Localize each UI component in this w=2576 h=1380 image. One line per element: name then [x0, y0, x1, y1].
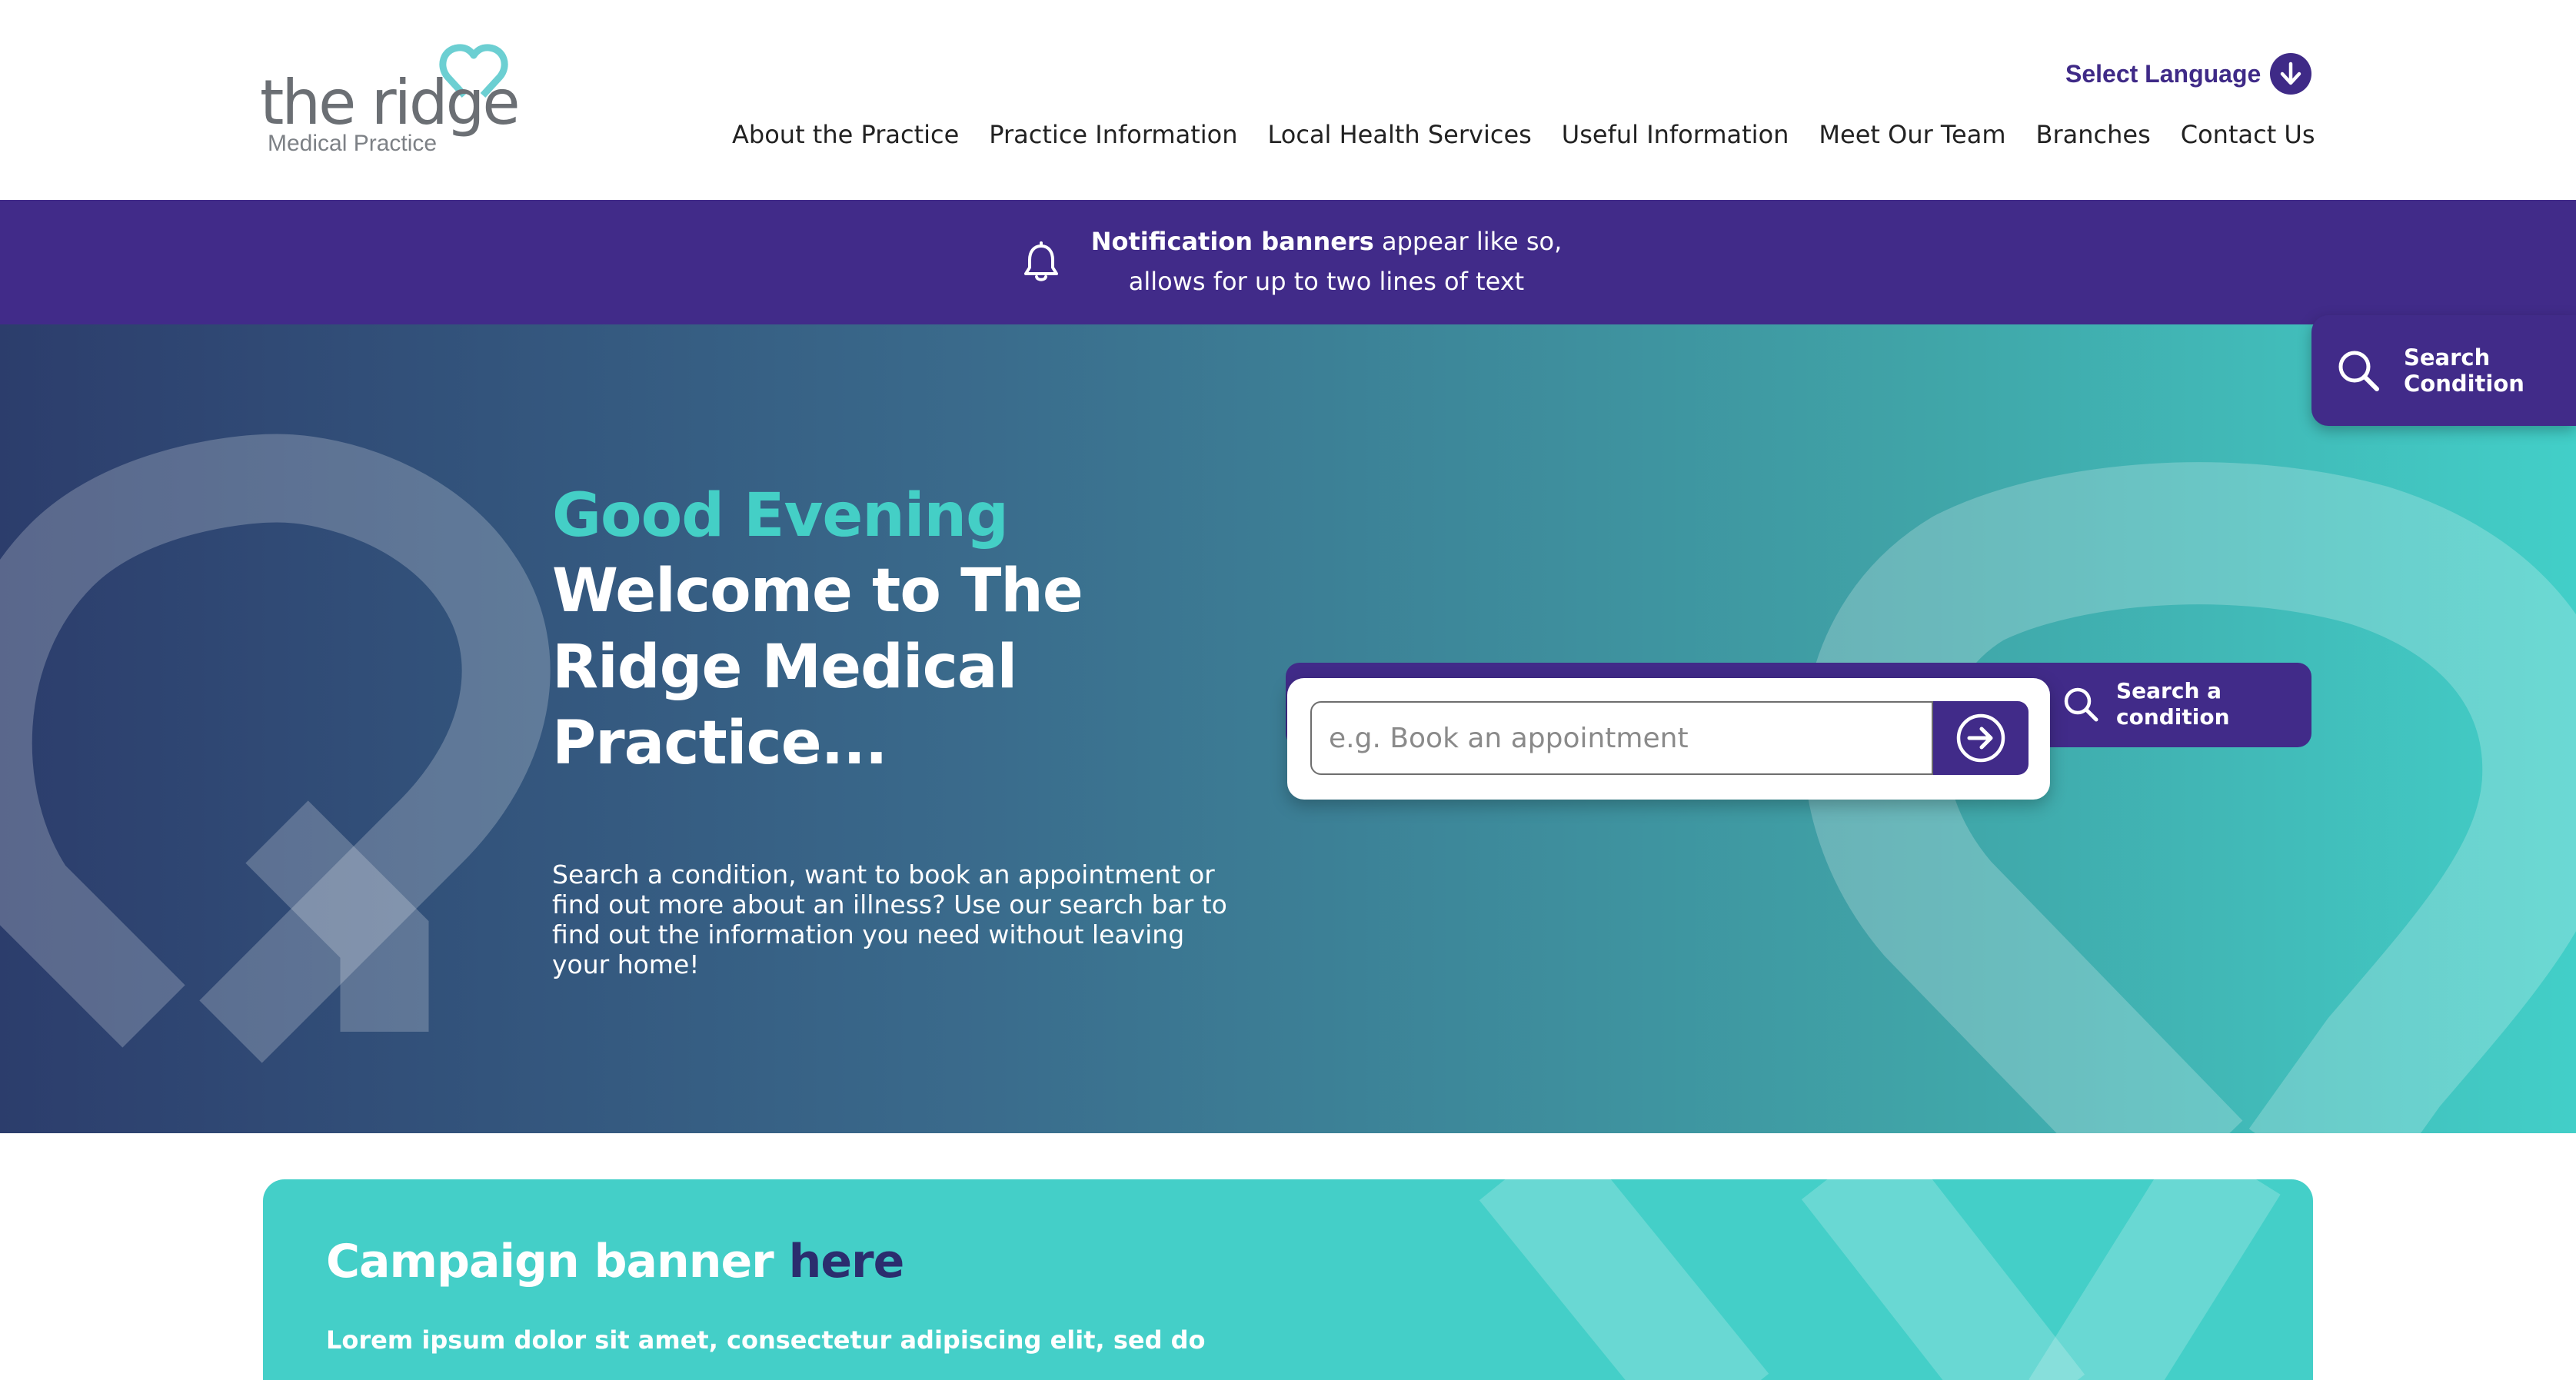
campaign-text: Lorem ipsum dolor sit amet, consectetur … — [326, 1325, 1206, 1355]
campaign-banner: Campaign banner here Lorem ipsum dolor s… — [263, 1179, 2313, 1380]
search-icon — [2338, 351, 2379, 391]
logo-wordmark: the ridge — [260, 67, 521, 138]
search-tab-line-2: condition — [2116, 704, 2230, 730]
select-language-button[interactable]: Select Language — [2065, 52, 2312, 95]
logo-subtitle: Medical Practice — [268, 131, 438, 156]
nav-item-branches[interactable]: Branches — [2036, 115, 2151, 154]
float-search-line-1: Search — [2404, 344, 2491, 371]
nav-item-practice-information[interactable]: Practice Information — [989, 115, 1237, 154]
notification-bold: Notification banners — [1090, 227, 1374, 256]
hero-description: Search a condition, want to book an appo… — [552, 860, 1227, 979]
greeting-heading: Good Evening — [552, 481, 1009, 550]
notification-text: Notification banners appear like so, all… — [1084, 221, 1569, 301]
hero-section: Good Evening Welcome to The Ridge Medica… — [0, 324, 2576, 1133]
select-language-label: Select Language — [2065, 59, 2261, 88]
search-input[interactable] — [1310, 701, 1933, 775]
nav-item-meet-our-team[interactable]: Meet Our Team — [1819, 115, 2005, 154]
search-condition-floating-button[interactable]: Search Condition — [2311, 315, 2576, 426]
nav-item-contact-us[interactable]: Contact Us — [2181, 115, 2315, 154]
nav-item-about-the-practice[interactable]: About the Practice — [732, 115, 959, 154]
nav-item-useful-information[interactable]: Useful Information — [1562, 115, 1789, 154]
search-tab-line-1: Search a — [2116, 678, 2222, 703]
nav-item-local-health-services[interactable]: Local Health Services — [1268, 115, 1532, 154]
arrow-down-circle-icon — [2270, 53, 2312, 95]
notification-text-rest: appear like so, — [1373, 227, 1563, 256]
search-submit-button[interactable] — [1933, 701, 2029, 775]
campaign-title-accent: here — [788, 1235, 905, 1289]
site-header: the ridge Medical Practice Select Langua… — [0, 0, 2576, 200]
search-card — [1287, 678, 2050, 800]
search-icon — [2064, 687, 2098, 722]
campaign-title-main: Campaign banner — [326, 1235, 789, 1289]
notification-line-2: allows for up to two lines of text — [1128, 267, 1525, 296]
float-search-line-2: Condition — [2404, 371, 2524, 397]
bell-icon — [1024, 241, 1058, 281]
notification-banner: Notification banners appear like so, all… — [0, 200, 2576, 324]
arrow-right-circle-icon — [1956, 713, 2005, 763]
welcome-heading: Welcome to The Ridge Medical Practice... — [552, 557, 1083, 778]
search-a-condition-tab[interactable]: Search a condition — [2061, 678, 2230, 730]
campaign-title: Campaign banner here — [326, 1235, 904, 1289]
site-logo[interactable]: the ridge Medical Practice — [260, 40, 552, 163]
main-nav: About the Practice Practice Information … — [732, 115, 2315, 154]
